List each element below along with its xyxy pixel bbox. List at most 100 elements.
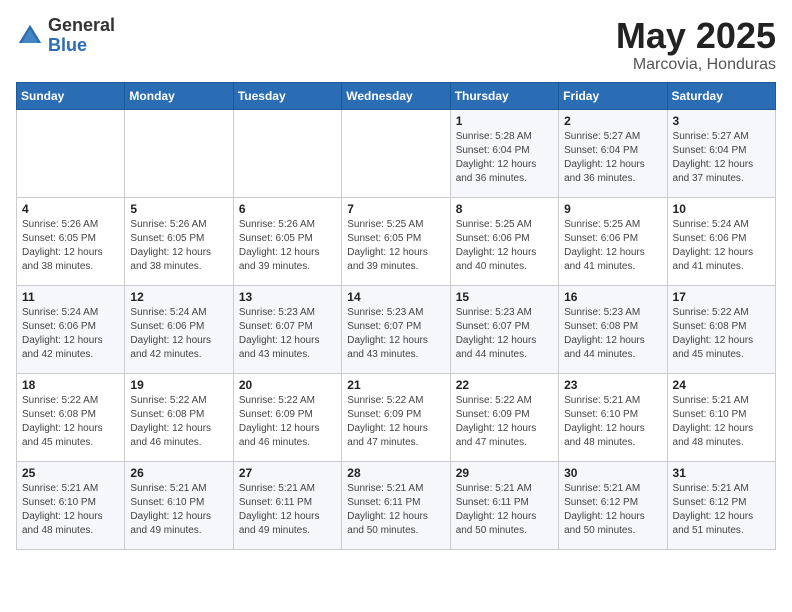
- day-detail: Sunrise: 5:27 AM Sunset: 6:04 PM Dayligh…: [564, 130, 661, 186]
- day-detail: Sunrise: 5:23 AM Sunset: 6:08 PM Dayligh…: [564, 306, 661, 362]
- calendar-cell: [17, 109, 125, 197]
- day-detail: Sunrise: 5:21 AM Sunset: 6:12 PM Dayligh…: [564, 482, 661, 538]
- day-number: 15: [456, 290, 553, 304]
- day-detail: Sunrise: 5:25 AM Sunset: 6:06 PM Dayligh…: [456, 218, 553, 274]
- day-detail: Sunrise: 5:22 AM Sunset: 6:09 PM Dayligh…: [347, 394, 444, 450]
- calendar-cell: 10Sunrise: 5:24 AM Sunset: 6:06 PM Dayli…: [667, 197, 775, 285]
- day-number: 3: [673, 114, 770, 128]
- day-number: 21: [347, 378, 444, 392]
- day-number: 10: [673, 202, 770, 216]
- calendar-cell: 27 Sunrise: 5:21 AM Sunset: 6:11 PM Dayli…: [233, 461, 341, 549]
- calendar-cell: 2 Sunrise: 5:27 AM Sunset: 6:04 PM Daylig…: [559, 109, 667, 197]
- logo-icon: [16, 22, 44, 50]
- header-friday: Friday: [559, 82, 667, 109]
- calendar-cell: 14Sunrise: 5:23 AM Sunset: 6:07 PM Dayli…: [342, 285, 450, 373]
- month-title: May 2025: [616, 16, 776, 56]
- day-number: 17: [673, 290, 770, 304]
- day-detail: Sunrise: 5:21 AM Sunset: 6:12 PM Dayligh…: [673, 482, 770, 538]
- calendar-header-row: SundayMondayTuesdayWednesdayThursdayFrid…: [17, 82, 776, 109]
- day-number: 11: [22, 290, 119, 304]
- day-detail: Sunrise: 5:21 AM Sunset: 6:10 PM Dayligh…: [564, 394, 661, 450]
- calendar-cell: 8 Sunrise: 5:25 AM Sunset: 6:06 PM Daylig…: [450, 197, 558, 285]
- calendar-cell: 3Sunrise: 5:27 AM Sunset: 6:04 PM Daylig…: [667, 109, 775, 197]
- day-number: 2: [564, 114, 661, 128]
- calendar-cell: 19 Sunrise: 5:22 AM Sunset: 6:08 PM Dayli…: [125, 373, 233, 461]
- day-detail: Sunrise: 5:22 AM Sunset: 6:08 PM Dayligh…: [673, 306, 770, 362]
- calendar-cell: 13 Sunrise: 5:23 AM Sunset: 6:07 PM Dayli…: [233, 285, 341, 373]
- calendar-cell: 21 Sunrise: 5:22 AM Sunset: 6:09 PM Dayli…: [342, 373, 450, 461]
- calendar-week-row: 11 Sunrise: 5:24 AM Sunset: 6:06 PM Dayli…: [17, 285, 776, 373]
- calendar-week-row: 1Sunrise: 5:28 AM Sunset: 6:04 PM Daylig…: [17, 109, 776, 197]
- calendar-cell: 17 Sunrise: 5:22 AM Sunset: 6:08 PM Dayli…: [667, 285, 775, 373]
- calendar-cell: [342, 109, 450, 197]
- day-detail: Sunrise: 5:26 AM Sunset: 6:05 PM Dayligh…: [22, 218, 119, 274]
- day-number: 5: [130, 202, 227, 216]
- calendar-cell: 1Sunrise: 5:28 AM Sunset: 6:04 PM Daylig…: [450, 109, 558, 197]
- calendar-cell: 25Sunrise: 5:21 AM Sunset: 6:10 PM Dayli…: [17, 461, 125, 549]
- day-number: 19: [130, 378, 227, 392]
- day-detail: Sunrise: 5:21 AM Sunset: 6:11 PM Dayligh…: [347, 482, 444, 538]
- day-number: 4: [22, 202, 119, 216]
- day-number: 16: [564, 290, 661, 304]
- day-number: 6: [239, 202, 336, 216]
- day-detail: Sunrise: 5:23 AM Sunset: 6:07 PM Dayligh…: [347, 306, 444, 362]
- calendar-cell: 4 Sunrise: 5:26 AM Sunset: 6:05 PM Daylig…: [17, 197, 125, 285]
- day-detail: Sunrise: 5:21 AM Sunset: 6:10 PM Dayligh…: [673, 394, 770, 450]
- calendar-cell: 16 Sunrise: 5:23 AM Sunset: 6:08 PM Dayli…: [559, 285, 667, 373]
- header-monday: Monday: [125, 82, 233, 109]
- day-detail: Sunrise: 5:28 AM Sunset: 6:04 PM Dayligh…: [456, 130, 553, 186]
- page-header: General Blue May 2025 Marcovia, Honduras: [16, 16, 776, 74]
- day-detail: Sunrise: 5:21 AM Sunset: 6:10 PM Dayligh…: [130, 482, 227, 538]
- header-thursday: Thursday: [450, 82, 558, 109]
- calendar-cell: 23Sunrise: 5:21 AM Sunset: 6:10 PM Dayli…: [559, 373, 667, 461]
- day-detail: Sunrise: 5:24 AM Sunset: 6:06 PM Dayligh…: [130, 306, 227, 362]
- day-number: 8: [456, 202, 553, 216]
- calendar-cell: 18 Sunrise: 5:22 AM Sunset: 6:08 PM Dayli…: [17, 373, 125, 461]
- day-number: 27: [239, 466, 336, 480]
- day-detail: Sunrise: 5:26 AM Sunset: 6:05 PM Dayligh…: [130, 218, 227, 274]
- day-number: 9: [564, 202, 661, 216]
- calendar-week-row: 4 Sunrise: 5:26 AM Sunset: 6:05 PM Daylig…: [17, 197, 776, 285]
- logo-general: General: [48, 16, 115, 36]
- day-number: 29: [456, 466, 553, 480]
- header-sunday: Sunday: [17, 82, 125, 109]
- day-detail: Sunrise: 5:21 AM Sunset: 6:10 PM Dayligh…: [22, 482, 119, 538]
- calendar-cell: 30Sunrise: 5:21 AM Sunset: 6:12 PM Dayli…: [559, 461, 667, 549]
- calendar-cell: 29 Sunrise: 5:21 AM Sunset: 6:11 PM Dayli…: [450, 461, 558, 549]
- day-detail: Sunrise: 5:23 AM Sunset: 6:07 PM Dayligh…: [239, 306, 336, 362]
- calendar-cell: 28 Sunrise: 5:21 AM Sunset: 6:11 PM Dayli…: [342, 461, 450, 549]
- logo-text: General Blue: [48, 16, 115, 56]
- logo: General Blue: [16, 16, 115, 56]
- header-wednesday: Wednesday: [342, 82, 450, 109]
- calendar-cell: 22 Sunrise: 5:22 AM Sunset: 6:09 PM Dayli…: [450, 373, 558, 461]
- day-number: 13: [239, 290, 336, 304]
- calendar-cell: 11 Sunrise: 5:24 AM Sunset: 6:06 PM Dayli…: [17, 285, 125, 373]
- calendar-cell: 24 Sunrise: 5:21 AM Sunset: 6:10 PM Dayli…: [667, 373, 775, 461]
- day-number: 22: [456, 378, 553, 392]
- day-number: 24: [673, 378, 770, 392]
- day-detail: Sunrise: 5:22 AM Sunset: 6:09 PM Dayligh…: [239, 394, 336, 450]
- day-number: 12: [130, 290, 227, 304]
- day-detail: Sunrise: 5:22 AM Sunset: 6:08 PM Dayligh…: [130, 394, 227, 450]
- day-number: 20: [239, 378, 336, 392]
- day-detail: Sunrise: 5:25 AM Sunset: 6:05 PM Dayligh…: [347, 218, 444, 274]
- calendar-cell: 7Sunrise: 5:25 AM Sunset: 6:05 PM Daylig…: [342, 197, 450, 285]
- day-detail: Sunrise: 5:24 AM Sunset: 6:06 PM Dayligh…: [22, 306, 119, 362]
- day-number: 28: [347, 466, 444, 480]
- day-detail: Sunrise: 5:22 AM Sunset: 6:09 PM Dayligh…: [456, 394, 553, 450]
- day-detail: Sunrise: 5:26 AM Sunset: 6:05 PM Dayligh…: [239, 218, 336, 274]
- day-detail: Sunrise: 5:22 AM Sunset: 6:08 PM Dayligh…: [22, 394, 119, 450]
- calendar-cell: [125, 109, 233, 197]
- calendar-cell: 5 Sunrise: 5:26 AM Sunset: 6:05 PM Daylig…: [125, 197, 233, 285]
- header-saturday: Saturday: [667, 82, 775, 109]
- day-detail: Sunrise: 5:25 AM Sunset: 6:06 PM Dayligh…: [564, 218, 661, 274]
- calendar-cell: 9 Sunrise: 5:25 AM Sunset: 6:06 PM Daylig…: [559, 197, 667, 285]
- calendar-cell: [233, 109, 341, 197]
- day-number: 18: [22, 378, 119, 392]
- location: Marcovia, Honduras: [616, 56, 776, 74]
- day-detail: Sunrise: 5:21 AM Sunset: 6:11 PM Dayligh…: [456, 482, 553, 538]
- title-block: May 2025 Marcovia, Honduras: [616, 16, 776, 74]
- day-detail: Sunrise: 5:21 AM Sunset: 6:11 PM Dayligh…: [239, 482, 336, 538]
- calendar-cell: 20 Sunrise: 5:22 AM Sunset: 6:09 PM Dayli…: [233, 373, 341, 461]
- logo-blue: Blue: [48, 36, 115, 56]
